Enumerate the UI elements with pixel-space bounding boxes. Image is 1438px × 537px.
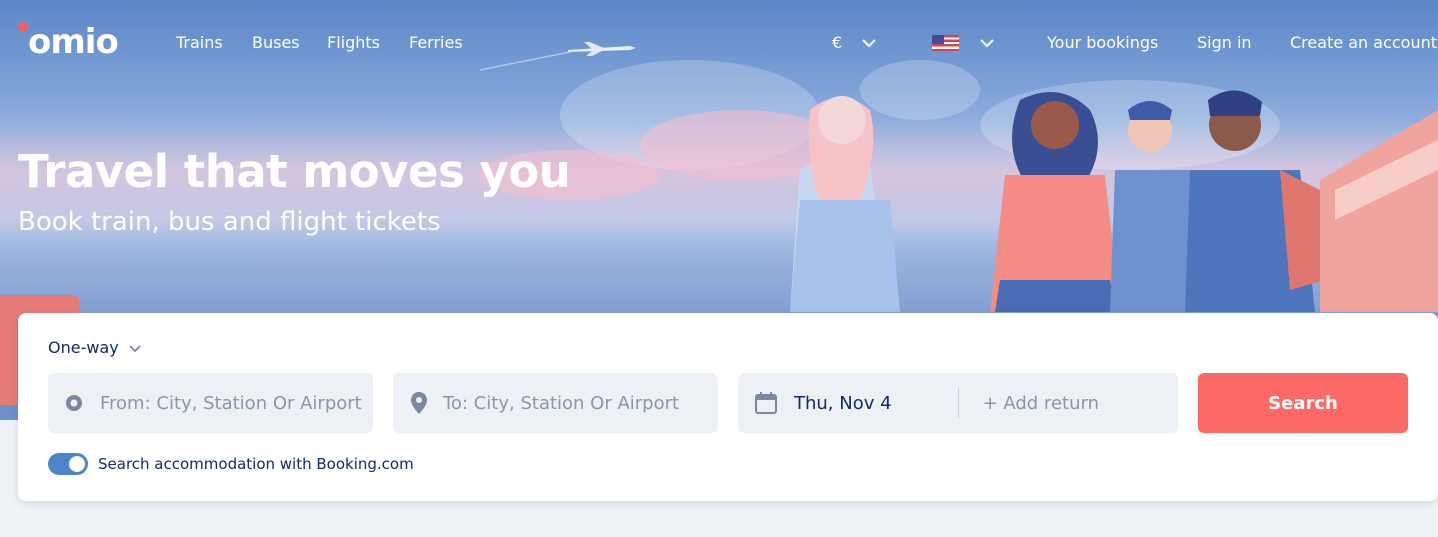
date-field[interactable]: Thu, Nov 4 + Add return	[738, 373, 1178, 433]
departure-date[interactable]: Thu, Nov 4	[794, 393, 892, 414]
from-field[interactable]	[48, 373, 373, 433]
airplane-icon	[480, 42, 636, 71]
trip-type-label: One-way	[48, 338, 119, 357]
nav-your-bookings[interactable]: Your bookings	[1047, 33, 1158, 53]
chevron-down-icon[interactable]	[978, 34, 996, 52]
search-button[interactable]: Search	[1198, 373, 1408, 433]
accommodation-row: Search accommodation with Booking.com	[48, 453, 414, 475]
date-divider	[957, 388, 959, 418]
to-field[interactable]	[393, 373, 718, 433]
calendar-icon	[755, 392, 777, 414]
search-panel: One-way Thu, Nov 4 + Add return Search	[18, 313, 1438, 501]
hero-subtitle: Book train, bus and flight tickets	[18, 207, 441, 237]
hero-title: Travel that moves you	[18, 145, 571, 198]
add-return-button[interactable]: + Add return	[983, 393, 1099, 414]
nav-flights[interactable]: Flights	[327, 33, 380, 53]
us-flag-icon[interactable]	[932, 35, 959, 51]
nav-trains[interactable]: Trains	[176, 33, 223, 53]
omio-logo[interactable]: omio	[18, 22, 138, 62]
nav-sign-in[interactable]: Sign in	[1197, 33, 1252, 53]
logo-dot	[18, 22, 28, 32]
nav-ferries[interactable]: Ferries	[409, 33, 463, 53]
to-input[interactable]	[443, 373, 718, 433]
logo-text: omio	[28, 22, 119, 62]
currency-selector[interactable]: €	[832, 33, 842, 53]
map-pin-icon	[411, 392, 427, 414]
chevron-down-icon[interactable]	[860, 34, 878, 52]
accommodation-toggle[interactable]	[48, 453, 88, 475]
nav-create-account[interactable]: Create an account	[1290, 33, 1437, 53]
nav-buses[interactable]: Buses	[252, 33, 300, 53]
from-input[interactable]	[100, 373, 373, 433]
accommodation-label: Search accommodation with Booking.com	[98, 455, 414, 473]
chevron-down-icon	[129, 344, 141, 352]
origin-circle-icon	[66, 395, 82, 411]
trip-type-selector[interactable]: One-way	[48, 338, 143, 357]
